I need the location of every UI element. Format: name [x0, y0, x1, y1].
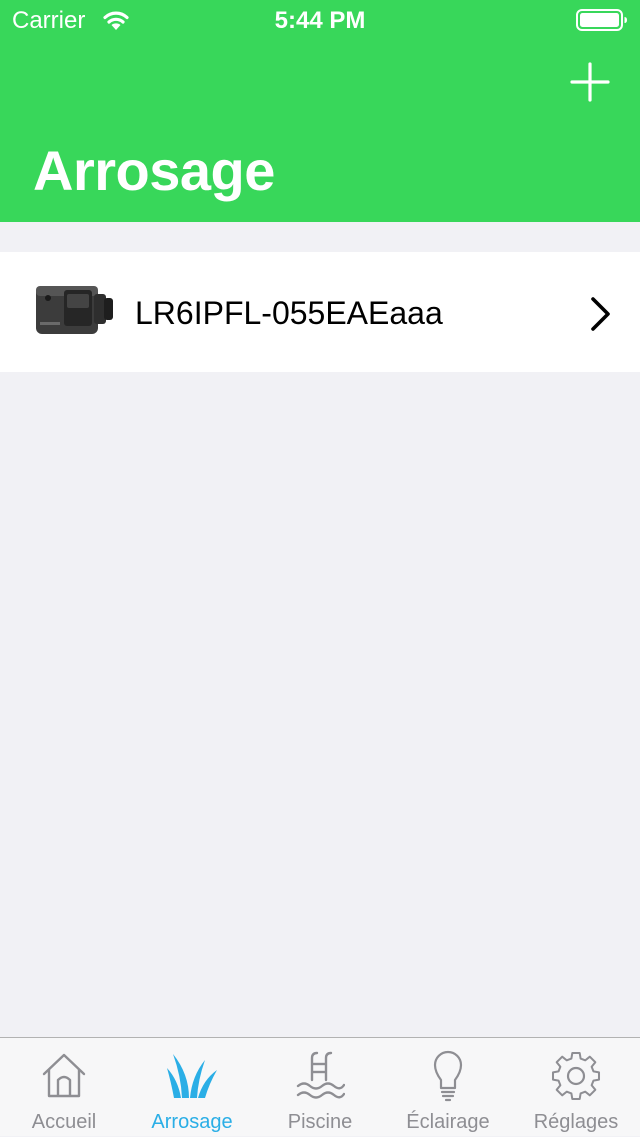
tab-label: Arrosage: [151, 1111, 233, 1133]
tab-label: Accueil: [31, 1111, 97, 1133]
controller-device-image: [36, 286, 113, 334]
tab-label: Piscine: [287, 1111, 353, 1133]
tab-bar: Accueil Arrosage Piscine Éclairage Régla…: [0, 1037, 640, 1136]
grass-icon: [167, 1054, 217, 1098]
tab-arrosage[interactable]: Arrosage: [128, 1038, 256, 1137]
tab-piscine[interactable]: Piscine: [256, 1038, 384, 1137]
chevron-right-icon: [591, 297, 610, 331]
device-list-item[interactable]: LR6IPFL-055EAEaaa: [0, 252, 640, 372]
status-bar: Carrier 5:44 PM: [0, 0, 640, 40]
tab-reglages[interactable]: Réglages: [512, 1038, 640, 1137]
battery-icon: [576, 9, 627, 31]
tab-label: Éclairage: [406, 1111, 490, 1133]
clock-time: 5:44 PM: [274, 7, 366, 34]
gear-icon: [551, 1051, 601, 1101]
tab-label: Réglages: [533, 1111, 619, 1133]
home-icon: [42, 1053, 86, 1098]
tab-accueil[interactable]: Accueil: [0, 1038, 128, 1137]
page-title: Arrosage: [33, 139, 275, 202]
lightbulb-icon: [433, 1050, 463, 1102]
plus-icon: [570, 62, 610, 102]
add-device-button[interactable]: [568, 60, 612, 104]
pool-ladder-icon: [296, 1051, 345, 1099]
device-name: LR6IPFL-055EAEaaa: [135, 295, 443, 331]
navigation-header: Carrier 5:44 PM Arrosage: [0, 0, 640, 222]
tab-eclairage[interactable]: Éclairage: [384, 1038, 512, 1137]
